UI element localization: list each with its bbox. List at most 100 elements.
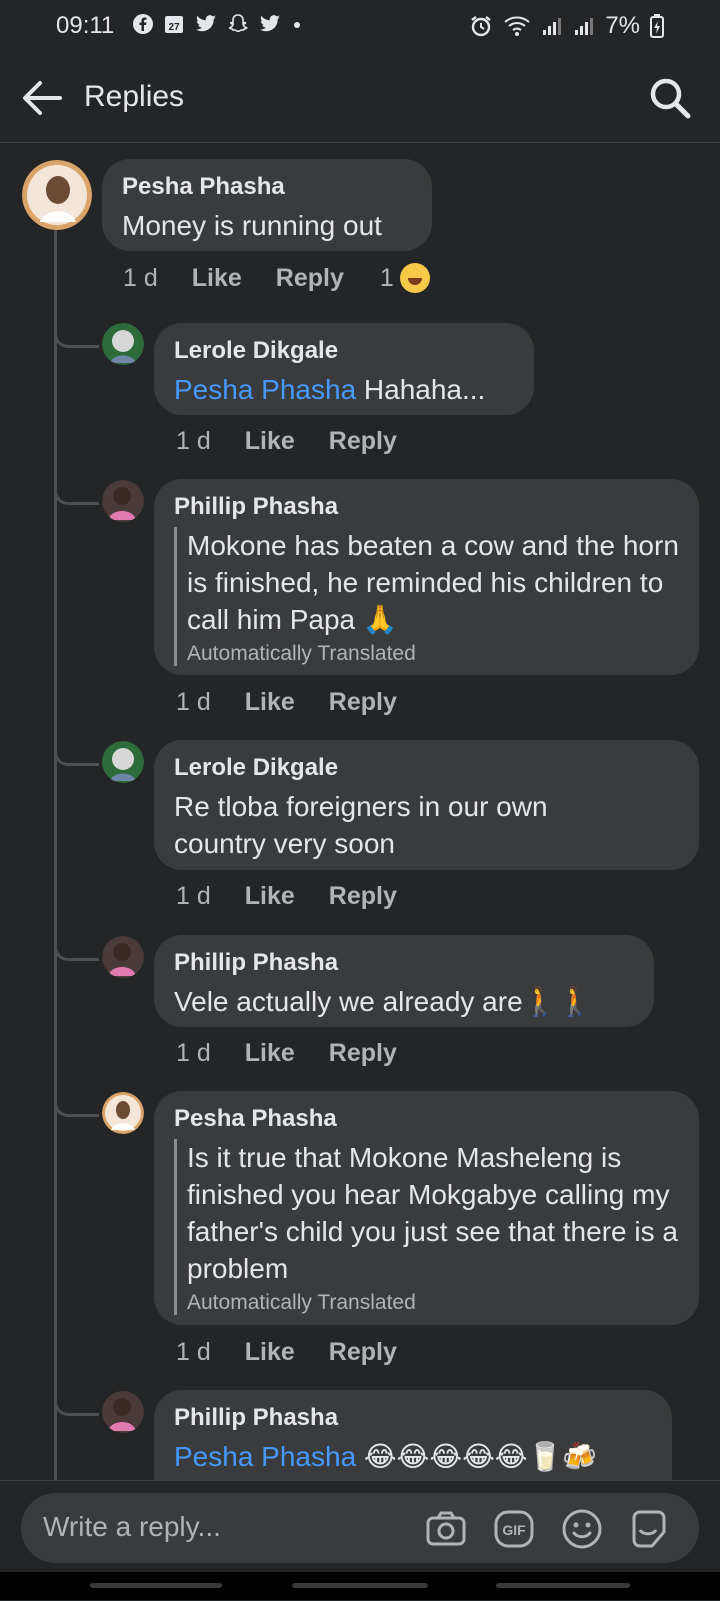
- thread-connector: [54, 482, 99, 505]
- twitter-icon: [259, 15, 280, 32]
- sticker-icon[interactable]: [628, 1508, 670, 1550]
- comment-text: Pesha Phasha Hahaha...: [174, 371, 514, 408]
- search-icon[interactable]: [648, 76, 692, 120]
- gif-icon[interactable]: GIF: [493, 1508, 535, 1550]
- comment-text: Money is running out: [122, 210, 382, 241]
- comment-author[interactable]: Phillip Phasha: [174, 493, 679, 521]
- like-button[interactable]: Like: [245, 688, 295, 717]
- comment-bubble[interactable]: Pesha Phasha Money is running out: [102, 159, 432, 251]
- comment-text: Is it true that Mokone Masheleng is fini…: [187, 1142, 678, 1284]
- avatar[interactable]: [102, 741, 144, 783]
- facebook-icon: [133, 14, 153, 34]
- thread-connector: [54, 1393, 99, 1416]
- status-right: 7%: [469, 12, 664, 40]
- back-arrow-icon[interactable]: [20, 78, 64, 118]
- alarm-icon: [471, 16, 492, 37]
- comment-time[interactable]: 1 d: [176, 427, 211, 456]
- translated-quote: Mokone has beaten a cow and the horn is …: [174, 527, 679, 666]
- reply-button[interactable]: Reply: [329, 882, 397, 911]
- svg-text:27: 27: [168, 22, 180, 33]
- nav-back[interactable]: [496, 1583, 630, 1588]
- comment-bubble[interactable]: Lerole Dikgale Re tloba foreigners in ou…: [154, 740, 699, 870]
- comment-bubble[interactable]: Phillip Phasha Mokone has beaten a cow a…: [154, 479, 699, 675]
- signal-icon: [575, 18, 594, 35]
- signal-icon: [543, 18, 562, 35]
- comment-text: Pesha Phasha 😂😂😂😂😂🥛🍻: [174, 1438, 652, 1475]
- like-button[interactable]: Like: [245, 1039, 295, 1068]
- wifi-icon: [504, 16, 530, 36]
- mention-link[interactable]: Pesha Phasha: [174, 1441, 356, 1472]
- reaction-count: 1: [379, 263, 394, 292]
- comment-time[interactable]: 1 d: [123, 264, 158, 293]
- dot-icon: [294, 22, 300, 28]
- comment-text: Mokone has beaten a cow and the horn is …: [187, 530, 679, 635]
- nav-recent[interactable]: [90, 1583, 222, 1588]
- comment-time[interactable]: 1 d: [176, 1338, 211, 1367]
- reply-button[interactable]: Reply: [276, 264, 344, 293]
- comment-bubble[interactable]: Lerole Dikgale Pesha Phasha Hahaha...: [154, 323, 534, 415]
- reply-button[interactable]: Reply: [329, 1039, 397, 1068]
- calendar-icon: 27: [165, 16, 183, 33]
- comment-time[interactable]: 1 d: [176, 688, 211, 717]
- comment-author[interactable]: Pesha Phasha: [174, 1105, 679, 1133]
- like-button[interactable]: Like: [245, 427, 295, 456]
- comment-bubble[interactable]: Pesha Phasha Is it true that Mokone Mash…: [154, 1091, 699, 1325]
- like-button[interactable]: Like: [245, 1338, 295, 1367]
- comment-actions: 1 d Like Reply: [176, 882, 397, 911]
- laughing-emoji-icon: [399, 263, 430, 293]
- reply-button[interactable]: Reply: [329, 427, 397, 456]
- comment-author[interactable]: Lerole Dikgale: [174, 754, 679, 782]
- avatar[interactable]: [102, 936, 144, 978]
- avatar[interactable]: [102, 323, 144, 365]
- translated-quote: Is it true that Mokone Masheleng is fini…: [174, 1139, 679, 1315]
- nav-home[interactable]: [292, 1583, 428, 1588]
- header: Replies: [0, 52, 720, 143]
- comment-author[interactable]: Lerole Dikgale: [174, 337, 514, 365]
- mention-link[interactable]: Pesha Phasha: [174, 374, 356, 405]
- snapchat-icon: [228, 14, 248, 33]
- camera-icon[interactable]: [425, 1508, 467, 1550]
- thread-connector: [54, 743, 99, 766]
- avatar[interactable]: [102, 1092, 144, 1134]
- comment-author[interactable]: Pesha Phasha: [122, 173, 412, 201]
- comment-time[interactable]: 1 d: [176, 882, 211, 911]
- like-button[interactable]: Like: [192, 264, 242, 293]
- comment-body: 😂😂😂😂😂🥛🍻: [356, 1441, 598, 1472]
- translation-label[interactable]: Automatically Translated: [187, 642, 679, 666]
- comment-actions: 1 d Like Reply: [176, 1039, 397, 1068]
- reply-button[interactable]: Reply: [329, 688, 397, 717]
- reply-button[interactable]: Reply: [329, 1338, 397, 1367]
- avatar[interactable]: [22, 160, 92, 230]
- translation-label[interactable]: Automatically Translated: [187, 1291, 679, 1315]
- reply-placeholder[interactable]: Write a reply...: [43, 1511, 221, 1543]
- battery-percent: 7%: [605, 12, 640, 39]
- avatar[interactable]: [102, 1391, 144, 1433]
- reaction-summary[interactable]: 1: [380, 263, 430, 293]
- svg-text:GIF: GIF: [502, 1522, 526, 1538]
- comment-bubble[interactable]: Phillip Phasha Vele actually we already …: [154, 935, 654, 1027]
- emoji-icon[interactable]: [561, 1508, 603, 1550]
- battery-icon: [650, 14, 664, 38]
- thread-line: [54, 230, 57, 1480]
- comment-text: Re tloba foreigners in our own country v…: [174, 791, 548, 859]
- comment-bubble[interactable]: Phillip Phasha Pesha Phasha 😂😂😂😂😂🥛🍻: [154, 1390, 672, 1480]
- like-button[interactable]: Like: [245, 882, 295, 911]
- page-title: Replies: [84, 80, 185, 113]
- comment-text: Vele actually we already are🚶🚶: [174, 986, 593, 1017]
- comment-time[interactable]: 1 d: [176, 1039, 211, 1068]
- comment-actions: 1 d Like Reply: [176, 427, 397, 456]
- thread-connector: [54, 938, 99, 961]
- comment-body: Hahaha...: [356, 374, 486, 405]
- reply-input[interactable]: Write a reply... GIF: [21, 1493, 699, 1563]
- comment-author[interactable]: Phillip Phasha: [174, 949, 634, 977]
- status-time: 09:11: [56, 12, 115, 39]
- twitter-icon: [195, 15, 216, 32]
- avatar[interactable]: [102, 480, 144, 522]
- comment-actions: 1 d Like Reply 1: [123, 263, 430, 293]
- notification-icons: 27: [132, 13, 303, 35]
- comment-actions: 1 d Like Reply: [176, 1338, 397, 1367]
- comment-author[interactable]: Phillip Phasha: [174, 1404, 652, 1432]
- status-bar: 09:11 27 7%: [0, 0, 720, 52]
- system-nav-bar: [0, 1572, 720, 1600]
- thread-connector: [54, 1094, 99, 1117]
